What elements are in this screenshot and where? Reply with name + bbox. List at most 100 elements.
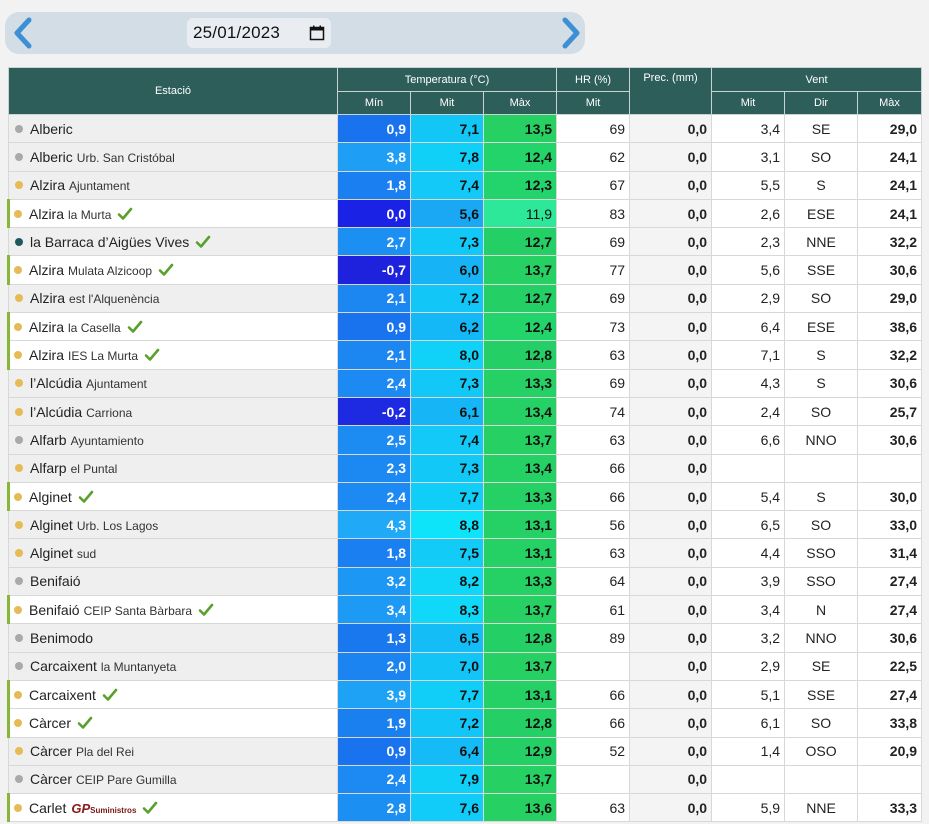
- calendar-icon[interactable]: [309, 25, 325, 41]
- precipitation-cell: 0,0: [629, 283, 713, 314]
- header-wind: Vent: [711, 67, 923, 92]
- table-row[interactable]: Alzira IES La Murta 2,1 8,0 12,8 63 0,0 7,1 S 32,…: [7, 340, 923, 370]
- table-row[interactable]: Alzira la Casella 0,9 6,2 12,4 73 0,0 6,4 ESE 38,…: [7, 312, 923, 342]
- temp-mit-cell: 6,5: [410, 623, 484, 653]
- station-name: Alfarp: [30, 460, 67, 477]
- station-name-cell[interactable]: Alzira Ajuntament: [8, 170, 338, 200]
- table-row[interactable]: Alfarp el Puntal 2,3 7,3 13,4 66 0,0: [8, 453, 923, 483]
- station-name-cell[interactable]: Càrcer Pla del Rei: [8, 736, 338, 766]
- table-row[interactable]: Carcaixent 3,9 7,7 13,1 66 0,0 5,1 SSE 27,4: [7, 679, 923, 710]
- station-name-cell[interactable]: Carlet GPSuministros: [7, 793, 338, 823]
- wind-dir-cell: S: [784, 481, 859, 512]
- wind-mit-cell: 1,4: [711, 736, 786, 766]
- temp-min-cell: 0,0: [337, 198, 411, 229]
- temp-min-cell: 0,9: [337, 113, 411, 144]
- station-name-cell[interactable]: Alzira la Casella: [7, 312, 338, 342]
- header-station[interactable]: Estació: [8, 67, 338, 115]
- table-row[interactable]: l’Alcúdia Ajuntament 2,4 7,3 13,3 69 0,0 4,3 S 30…: [8, 368, 923, 398]
- wind-dir-cell: SE: [784, 113, 859, 144]
- header-temp-mit[interactable]: Mit: [410, 91, 484, 115]
- temp-min-cell: 2,3: [337, 453, 411, 483]
- header-hr-mit[interactable]: Mit: [556, 91, 631, 115]
- table-row[interactable]: la Barraca d’Aigües Vives 2,7 7,3 12,7 69 0,0…: [8, 227, 923, 257]
- previous-day-arrow-icon[interactable]: [8, 16, 38, 50]
- station-name-cell[interactable]: la Barraca d’Aigües Vives: [8, 227, 338, 257]
- station-name-cell[interactable]: Carcaixent la Muntanyeta: [8, 651, 338, 681]
- station-name-cell[interactable]: l’Alcúdia Carriona: [8, 396, 338, 427]
- station-name-cell[interactable]: Alginet: [7, 481, 338, 512]
- humidity-cell: 74: [556, 396, 631, 427]
- temp-min-cell: -0,2: [337, 396, 411, 427]
- table-row[interactable]: Càrcer CEIP Pare Gumilla 2,4 7,9 13,7 0,0: [8, 764, 923, 795]
- station-name-cell[interactable]: Alzira la Murta: [7, 198, 338, 229]
- temp-min-cell: 3,9: [337, 679, 411, 710]
- table-row[interactable]: Alginet Urb. Los Lagos 4,3 8,8 13,1 56 0,0 6,5 S…: [8, 510, 923, 540]
- station-name-cell[interactable]: Alfarb Ayuntamiento: [8, 425, 338, 455]
- station-subname: la Murta: [68, 207, 112, 222]
- station-name-cell[interactable]: Càrcer: [7, 708, 338, 738]
- table-row[interactable]: Carlet GPSuministros 2,8 7,6 13,6 63 0,0 5,9 NNE…: [7, 793, 923, 823]
- temp-min-cell: 1,3: [337, 623, 411, 653]
- station-name-cell[interactable]: l’Alcúdia Ajuntament: [8, 368, 338, 398]
- humidity-cell: [556, 764, 631, 795]
- temp-max-cell: 12,8: [482, 340, 558, 370]
- station-name-cell[interactable]: Càrcer CEIP Pare Gumilla: [8, 764, 338, 795]
- temp-min-cell: 2,7: [337, 227, 411, 257]
- station-name-cell[interactable]: Alzira est l'Alquenència: [8, 283, 338, 314]
- table-row[interactable]: Alzira la Murta 0,0 5,6 11,9 83 0,0 2,6 ESE 24,1: [7, 198, 923, 229]
- station-name-cell[interactable]: Alzira IES La Murta: [7, 340, 338, 370]
- table-row[interactable]: Alginet 2,4 7,7 13,3 66 0,0 5,4 S 30,0: [7, 481, 923, 512]
- wind-dir-cell: NNO: [784, 623, 859, 653]
- temp-min-cell: 2,4: [337, 481, 411, 512]
- humidity-cell: 83: [556, 198, 631, 229]
- table-row[interactable]: Alzira Mulata Alzicoop -0,7 6,0 13,7 77 0,0 5,6…: [7, 255, 923, 285]
- table-row[interactable]: Càrcer Pla del Rei 0,9 6,4 12,9 52 0,0 1,4 OSO 20…: [8, 736, 923, 766]
- table-row[interactable]: Benifaió CEIP Santa Bàrbara 3,4 8,3 13,7 61 0,…: [7, 595, 923, 625]
- header-precipitation[interactable]: Prec. (mm): [629, 67, 713, 115]
- table-row[interactable]: Alzira est l'Alquenència 2,1 7,2 12,7 69 0,0 2,…: [8, 283, 923, 314]
- header-wind-max[interactable]: Màx: [857, 91, 923, 115]
- temp-mit-cell: 7,4: [410, 425, 484, 455]
- station-name: Alzira: [30, 290, 66, 307]
- wind-max-cell: 29,0: [857, 113, 923, 144]
- table-row[interactable]: Alberic 0,9 7,1 13,5 69 0,0 3,4 SE 29,0: [8, 113, 923, 144]
- station-name-cell[interactable]: Alginet sud: [8, 538, 338, 568]
- station-subname: IES La Murta: [68, 349, 139, 364]
- humidity-cell: 69: [556, 227, 631, 257]
- table-row[interactable]: Carcaixent la Muntanyeta 2,0 7,0 13,7 0,0 2,9 S…: [8, 651, 923, 681]
- header-wind-mit[interactable]: Mit: [711, 91, 786, 115]
- humidity-cell: 89: [556, 623, 631, 653]
- header-temp-min[interactable]: Mín: [337, 91, 411, 115]
- table-row[interactable]: Alzira Ajuntament 1,8 7,4 12,3 67 0,0 5,5 S 24,1: [8, 170, 923, 200]
- wind-mit-cell: [711, 764, 786, 795]
- station-name-cell[interactable]: Benifaió CEIP Santa Bàrbara: [7, 595, 338, 625]
- table-row[interactable]: Alfarb Ayuntamiento 2,5 7,4 13,7 63 0,0 6,6 NNO 3…: [8, 425, 923, 455]
- header-wind-dir[interactable]: Dir: [784, 91, 859, 115]
- next-day-arrow-icon[interactable]: [556, 16, 586, 50]
- wind-mit-cell: 5,1: [711, 679, 786, 710]
- precipitation-cell: 0,0: [629, 453, 713, 483]
- temp-max-cell: 12,9: [482, 736, 558, 766]
- station-name: Alginet: [29, 488, 72, 505]
- header-temp-max[interactable]: Màx: [482, 91, 558, 115]
- station-name-cell[interactable]: Carcaixent: [7, 679, 338, 710]
- header-temperature: Temperatura (°C): [336, 67, 558, 92]
- station-subname: Urb. San Cristóbal: [76, 150, 175, 165]
- wind-max-cell: 32,2: [857, 340, 923, 370]
- station-name-cell[interactable]: Alberic Urb. San Cristóbal: [8, 142, 338, 172]
- temp-min-cell: 3,2: [337, 566, 411, 597]
- station-name-cell[interactable]: Benimodo: [8, 623, 338, 653]
- table-row[interactable]: Càrcer 1,9 7,2 12,8 66 0,0 6,1 SO 33,8: [7, 708, 923, 738]
- table-row[interactable]: Alginet sud 1,8 7,5 13,1 63 0,0 4,4 SSO 31,4: [8, 538, 923, 568]
- temp-max-cell: 13,4: [482, 396, 558, 427]
- date-input[interactable]: 25/01/2023: [187, 18, 331, 48]
- station-name-cell[interactable]: Alzira Mulata Alzicoop: [7, 255, 338, 285]
- station-name-cell[interactable]: Alberic: [8, 113, 338, 144]
- table-row[interactable]: Benimodo 1,3 6,5 12,8 89 0,0 3,2 NNO 30,6: [8, 623, 923, 653]
- table-row[interactable]: Alberic Urb. San Cristóbal 3,8 7,8 12,4 62 0,0…: [8, 142, 923, 172]
- table-row[interactable]: l’Alcúdia Carriona -0,2 6,1 13,4 74 0,0 2,4 SO 25…: [8, 396, 923, 427]
- station-name-cell[interactable]: Alfarp el Puntal: [8, 453, 338, 483]
- table-row[interactable]: Benifaió 3,2 8,2 13,3 64 0,0 3,9 SSO 27,4: [8, 566, 923, 597]
- station-name-cell[interactable]: Benifaió: [8, 566, 338, 597]
- station-name-cell[interactable]: Alginet Urb. Los Lagos: [8, 510, 338, 540]
